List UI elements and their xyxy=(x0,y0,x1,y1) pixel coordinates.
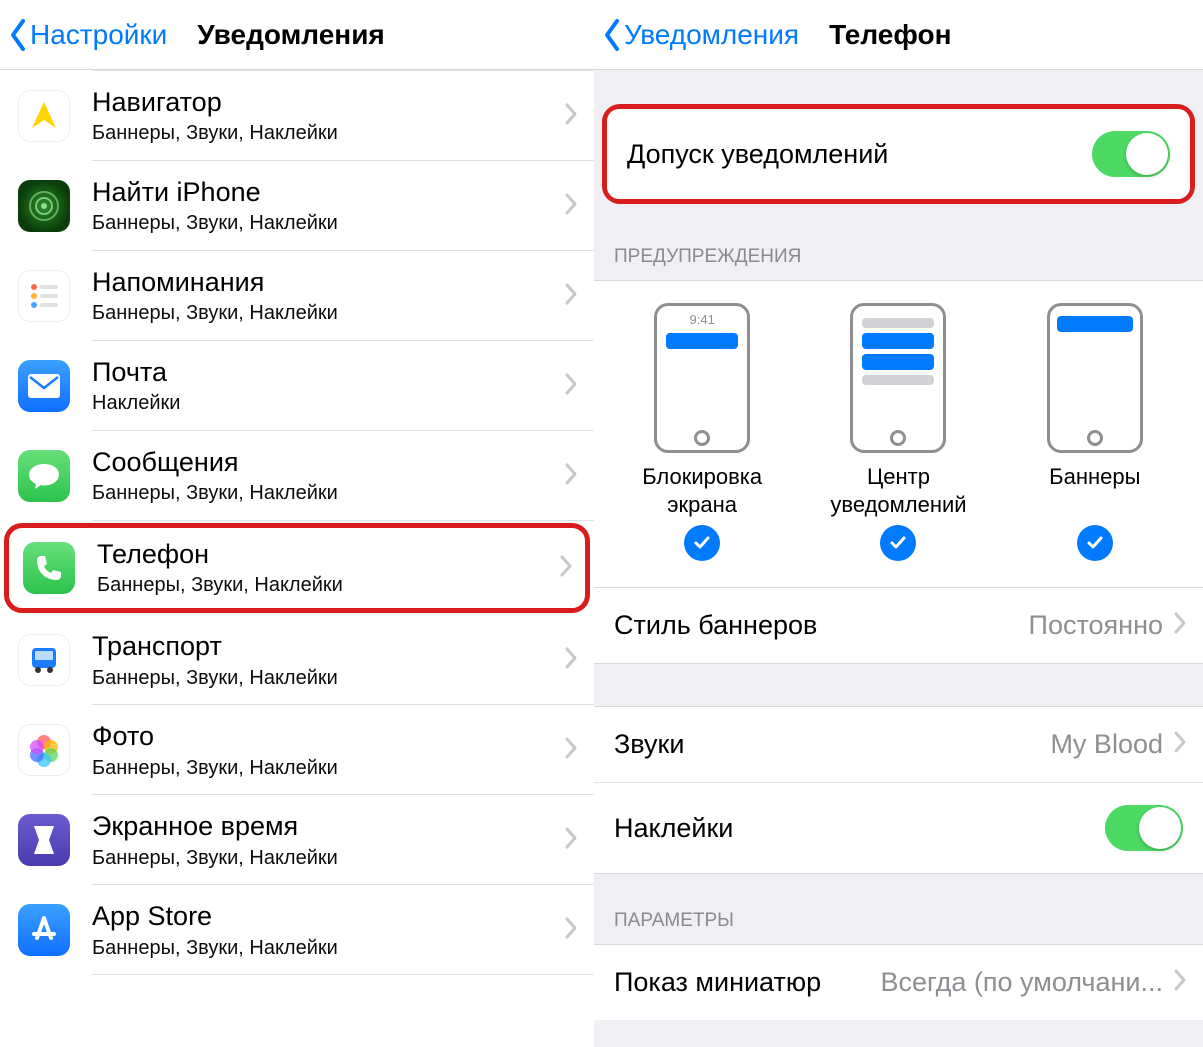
mail-icon xyxy=(18,360,70,412)
alert-check-icon[interactable] xyxy=(684,525,720,561)
nav-bar: Настройки Уведомления xyxy=(0,0,594,70)
alert-type-banners[interactable]: Баннеры xyxy=(1005,303,1185,561)
app-sub: Баннеры, Звуки, Наклейки xyxy=(92,755,564,781)
banner-style-label: Стиль баннеров xyxy=(614,610,1029,641)
chevron-right-icon xyxy=(1173,730,1187,759)
app-row-find-iphone[interactable]: Найти iPhone Баннеры, Звуки, Наклейки xyxy=(0,161,594,251)
sounds-label: Звуки xyxy=(614,729,1050,760)
back-button[interactable]: Настройки xyxy=(8,18,167,52)
chevron-right-icon xyxy=(564,462,578,491)
phone-mock-banners xyxy=(1047,303,1143,453)
allow-notifications-label: Допуск уведомлений xyxy=(627,139,1092,170)
sounds-row[interactable]: Звуки My Blood xyxy=(594,707,1203,782)
page-title: Телефон xyxy=(829,19,951,51)
app-name: Напоминания xyxy=(92,266,564,298)
alert-type-notification-center[interactable]: Центр уведомлений xyxy=(808,303,988,561)
allow-notifications-highlight: Допуск уведомлений xyxy=(602,104,1195,204)
chevron-left-icon xyxy=(8,18,28,52)
alert-styles-row: 9:41 Блокировка экрана Центр уведомлений xyxy=(594,281,1203,587)
app-sub: Баннеры, Звуки, Наклейки xyxy=(92,480,564,506)
chevron-right-icon xyxy=(564,736,578,765)
badges-row[interactable]: Наклейки xyxy=(594,782,1203,873)
photos-icon xyxy=(18,724,70,776)
section-header-params: ПАРАМЕТРЫ xyxy=(594,873,1203,945)
chevron-right-icon xyxy=(564,192,578,221)
chevron-right-icon xyxy=(1173,611,1187,640)
chevron-right-icon xyxy=(564,282,578,311)
sounds-value: My Blood xyxy=(1050,729,1163,760)
app-row-navigator[interactable]: Навигатор Баннеры, Звуки, Наклейки xyxy=(0,71,594,161)
alert-label: Блокировка экрана xyxy=(612,463,792,519)
app-name: Сообщения xyxy=(92,446,564,478)
nav-bar: Уведомления Телефон xyxy=(594,0,1203,70)
chevron-right-icon xyxy=(564,646,578,675)
app-row-phone[interactable]: Телефон Баннеры, Звуки, Наклейки xyxy=(4,523,590,613)
app-name: Экранное время xyxy=(92,810,564,842)
app-row-mail[interactable]: Почта Наклейки xyxy=(0,341,594,431)
app-list: Навигатор Баннеры, Звуки, Наклейки Найти… xyxy=(0,71,594,975)
app-sub: Баннеры, Звуки, Наклейки xyxy=(92,935,564,961)
app-name: App Store xyxy=(92,900,564,932)
app-name: Почта xyxy=(92,356,564,388)
chevron-right-icon xyxy=(564,826,578,855)
section-header-alerts: ПРЕДУПРЕЖДЕНИЯ xyxy=(594,210,1203,281)
find-iphone-icon xyxy=(18,180,70,232)
app-name: Навигатор xyxy=(92,86,564,118)
app-sub: Наклейки xyxy=(92,390,564,416)
chevron-right-icon xyxy=(564,372,578,401)
back-label: Уведомления xyxy=(624,19,799,51)
app-name: Фото xyxy=(92,720,564,752)
app-sub: Баннеры, Звуки, Наклейки xyxy=(97,572,559,598)
preview-value: Всегда (по умолчани... xyxy=(881,967,1164,998)
preview-row[interactable]: Показ миниатюр Всегда (по умолчани... xyxy=(594,945,1203,1020)
app-row-photos[interactable]: Фото Баннеры, Звуки, Наклейки xyxy=(0,705,594,795)
banner-style-row[interactable]: Стиль баннеров Постоянно xyxy=(594,587,1203,663)
app-sub: Баннеры, Звуки, Наклейки xyxy=(92,120,564,146)
app-row-messages[interactable]: Сообщения Баннеры, Звуки, Наклейки xyxy=(0,431,594,521)
app-sub: Баннеры, Звуки, Наклейки xyxy=(92,665,564,691)
phone-mock-lockscreen: 9:41 xyxy=(654,303,750,453)
chevron-right-icon xyxy=(564,916,578,945)
badges-label: Наклейки xyxy=(614,813,1105,844)
badges-toggle[interactable] xyxy=(1105,805,1183,851)
transport-icon xyxy=(18,634,70,686)
messages-icon xyxy=(18,450,70,502)
reminders-icon xyxy=(18,270,70,322)
allow-notifications-toggle[interactable] xyxy=(1092,131,1170,177)
page-title: Уведомления xyxy=(197,19,384,51)
alert-check-icon[interactable] xyxy=(1077,525,1113,561)
chevron-left-icon xyxy=(602,18,622,52)
app-row-appstore[interactable]: App Store Баннеры, Звуки, Наклейки xyxy=(0,885,594,975)
alert-type-lockscreen[interactable]: 9:41 Блокировка экрана xyxy=(612,303,792,561)
navigator-icon xyxy=(18,90,70,142)
app-row-reminders[interactable]: Напоминания Баннеры, Звуки, Наклейки xyxy=(0,251,594,341)
app-name: Транспорт xyxy=(92,630,564,662)
phone-mock-notification-center xyxy=(850,303,946,453)
banner-style-value: Постоянно xyxy=(1029,610,1163,641)
app-name: Найти iPhone xyxy=(92,176,564,208)
app-sub: Баннеры, Звуки, Наклейки xyxy=(92,845,564,871)
app-row-screentime[interactable]: Экранное время Баннеры, Звуки, Наклейки xyxy=(0,795,594,885)
preview-label: Показ миниатюр xyxy=(614,967,881,998)
app-name: Телефон xyxy=(97,538,559,570)
chevron-right-icon xyxy=(559,554,573,583)
back-label: Настройки xyxy=(30,19,167,51)
appstore-icon xyxy=(18,904,70,956)
chevron-right-icon xyxy=(1173,968,1187,997)
app-sub: Баннеры, Звуки, Наклейки xyxy=(92,300,564,326)
alert-check-icon[interactable] xyxy=(880,525,916,561)
app-sub: Баннеры, Звуки, Наклейки xyxy=(92,210,564,236)
screentime-icon xyxy=(18,814,70,866)
app-row-transport[interactable]: Транспорт Баннеры, Звуки, Наклейки xyxy=(0,615,594,705)
mock-time: 9:41 xyxy=(660,312,744,327)
phone-icon xyxy=(23,542,75,594)
allow-notifications-row[interactable]: Допуск уведомлений xyxy=(607,109,1190,199)
chevron-right-icon xyxy=(564,102,578,131)
alert-label: Баннеры xyxy=(1049,463,1140,519)
notifications-list-panel: Настройки Уведомления Навигатор Баннеры,… xyxy=(0,0,594,1047)
alert-label: Центр уведомлений xyxy=(808,463,988,519)
back-button[interactable]: Уведомления xyxy=(602,18,799,52)
phone-notification-settings-panel: Уведомления Телефон Допуск уведомлений П… xyxy=(594,0,1203,1047)
